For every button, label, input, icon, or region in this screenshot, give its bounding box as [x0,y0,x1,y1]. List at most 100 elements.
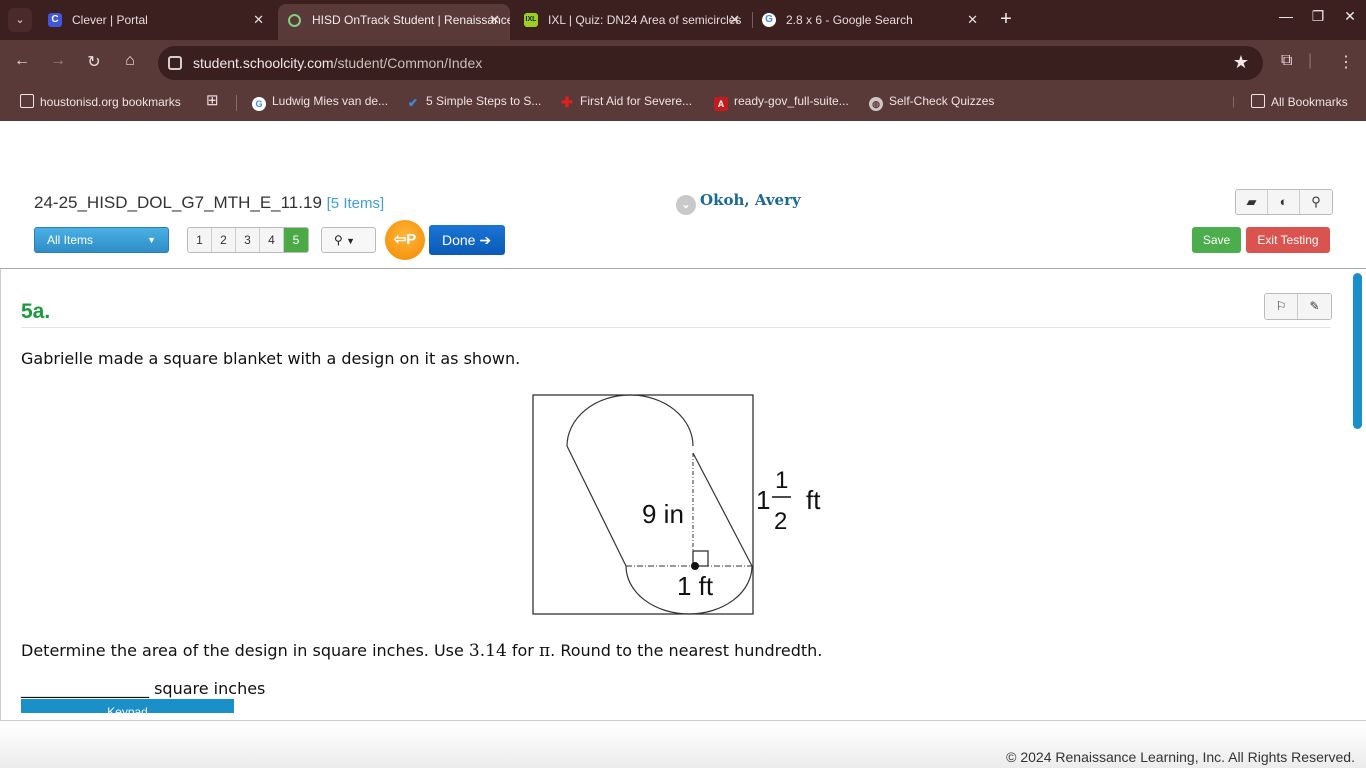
restore-icon[interactable]: ❐ [1308,8,1328,25]
bookmark-ludwig[interactable]: G Ludwig Mies van de... [252,94,388,111]
google-icon: G [762,13,776,27]
answer-unit: square inches [149,679,266,698]
keypad-button[interactable]: Keypad [21,699,234,713]
url-text[interactable]: student.schoolcity.com/student/Common/In… [193,55,482,71]
zoom-icon[interactable]: ⚲ [1300,190,1332,214]
briefcase-icon[interactable]: ▰ [1236,190,1268,214]
tab-ixl[interactable]: IXL IXL | Quiz: DN24 Area of semicircles… [514,4,750,40]
toolbar-divider: | [1308,52,1313,69]
bookmark-ready-gov[interactable]: Aready-gov_full-suite... [714,94,849,111]
back-arrow-icon[interactable]: ← [11,52,33,70]
browser-tab-strip: ⌄ C Clever | Portal ✕ HISD OnTrack Stude… [0,0,1366,40]
bookmark-houstonisd[interactable]: houstonisd.org bookmarks [20,94,181,109]
question-tools: ⚐ ✎ [1264,293,1332,320]
top-semicircle [566,394,694,447]
forward-arrow-icon[interactable]: → [47,52,69,70]
bookmark-label: 5 Simple Steps to S... [426,94,542,108]
kebab-menu-icon[interactable]: ⋮ [1338,52,1354,72]
pi-value: 3.14 [468,641,507,661]
p-label: P [406,231,417,248]
copyright-text: © 2024 Renaissance Learning, Inc. All Ri… [1006,749,1355,765]
home-icon[interactable]: ⌂ [119,52,141,70]
flag-icon[interactable]: ⚐ [1265,294,1298,319]
close-icon[interactable]: ✕ [489,4,500,36]
tab-title: IXL | Quiz: DN24 Area of semicircles [548,13,742,27]
arrow-right-icon: ➔ [479,232,492,248]
bookmark-label: Ludwig Mies van de... [272,94,389,108]
exit-testing-button[interactable]: Exit Testing [1246,227,1330,253]
page-button-3[interactable]: 3 [236,228,260,252]
tab-clever[interactable]: C Clever | Portal ✕ [38,4,274,40]
all-bookmarks[interactable]: All Bookmarks [1251,94,1348,109]
question-prompt: Gabrielle made a square blanket with a d… [21,349,521,368]
side-unit: ft [806,485,821,515]
answer-line: ________________ square inches [21,679,265,698]
all-items-label: All Items [47,233,94,247]
caret-down-icon: ▼ [346,236,356,246]
clever-icon: C [48,13,62,27]
item-count: [5 Items] [326,195,385,212]
question-number: 5a. [21,300,51,323]
apps-grid-icon[interactable]: ⊞ [206,91,219,109]
all-items-dropdown[interactable]: All Items ▼ [34,227,169,253]
edit-note-icon[interactable]: ✎ [1298,294,1331,319]
bookmark-self-check[interactable]: ◍ Self-Check Quizzes [869,94,994,111]
tab-title: Clever | Portal [72,13,148,27]
pi-symbol: π [538,641,551,661]
question-instruction: Determine the area of the design in squa… [21,641,822,661]
bookmark-first-aid[interactable]: ✚ First Aid for Severe... [560,94,692,109]
tab-title: HISD OnTrack Student | Renaissance [312,13,510,27]
answer-blank[interactable]: ________________ [21,679,149,698]
parallelogram-right-side [692,452,753,567]
contrast-icon[interactable]: ◐ [1268,190,1300,214]
side-fraction-denominator: 2 [774,508,787,535]
browser-toolbar: ← → ↻ ⌂ student.schoolcity.com/student/C… [0,40,1366,85]
bookmarks-bar: houstonisd.org bookmarks ⊞ G Ludwig Mies … [0,85,1366,121]
previous-p-button[interactable]: ⇦P [385,220,425,260]
address-bar[interactable]: student.schoolcity.com/student/Common/In… [158,46,1263,80]
scrollbar-thumb[interactable] [1353,273,1362,429]
close-icon[interactable]: ✕ [253,4,264,36]
new-tab-button[interactable]: + [996,8,1016,32]
chevron-down-icon: ⌄ [676,195,696,215]
page-button-1[interactable]: 1 [188,228,212,252]
instruction-part-1: Determine the area of the design in squa… [21,641,469,660]
student-name-label: Okoh, Avery [700,191,801,209]
done-label: Done [442,232,476,248]
tab-hisd-ontrack[interactable]: HISD OnTrack Student | Renaissance ✕ [278,4,510,40]
site-info-icon[interactable] [168,56,182,70]
url-path: /student/Common/Index [333,55,483,71]
reload-icon[interactable]: ↻ [83,52,105,72]
student-name[interactable]: ⌄ Okoh, Avery [676,191,801,215]
blanket-figure: 9 in 1 ft 1 1 2 ft [532,394,821,615]
loading-icon [288,14,301,27]
test-tools: ▰ ◐ ⚲ [1235,189,1333,215]
url-host: student.schoolcity.com [193,55,334,71]
search-icon: ⚲ [334,233,343,247]
tab-search-chevron-icon[interactable]: ⌄ [8,8,32,32]
page-button-5[interactable]: 5 [284,228,308,252]
close-icon[interactable]: ✕ [967,4,978,36]
bookmark-5-steps[interactable]: ✔ 5 Simple Steps to S... [406,94,541,110]
question-panel: 5a. ⚐ ✎ Gabrielle made a square blanket … [0,268,1366,721]
folder-icon [20,94,34,108]
minimize-icon[interactable]: — [1276,8,1296,24]
google-icon: G [252,97,266,111]
bookmark-label: ready-gov_full-suite... [734,94,849,108]
page-button-2[interactable]: 2 [212,228,236,252]
window-close-icon[interactable]: ✕ [1340,8,1360,25]
done-button[interactable]: Done ➔ [429,225,505,255]
save-button[interactable]: Save [1192,227,1241,253]
instruction-part-2: for [506,641,539,660]
test-name: 24-25_HISD_DOL_G7_MTH_E_11.19 [34,193,322,212]
extensions-puzzle-icon[interactable]: ⧉ [1281,52,1292,70]
search-dropdown[interactable]: ⚲ ▼ [321,227,376,253]
close-icon[interactable]: ✕ [729,4,740,36]
folder-icon [1251,94,1265,108]
parallelogram-left-side [566,445,627,567]
bookmark-star-icon[interactable]: ★ [1233,52,1249,73]
bookmark-separator [236,95,237,111]
question-pager: 1 2 3 4 5 [187,227,309,253]
tab-google-search[interactable]: G 2.8 x 6 - Google Search ✕ [752,4,988,40]
page-button-4[interactable]: 4 [260,228,284,252]
